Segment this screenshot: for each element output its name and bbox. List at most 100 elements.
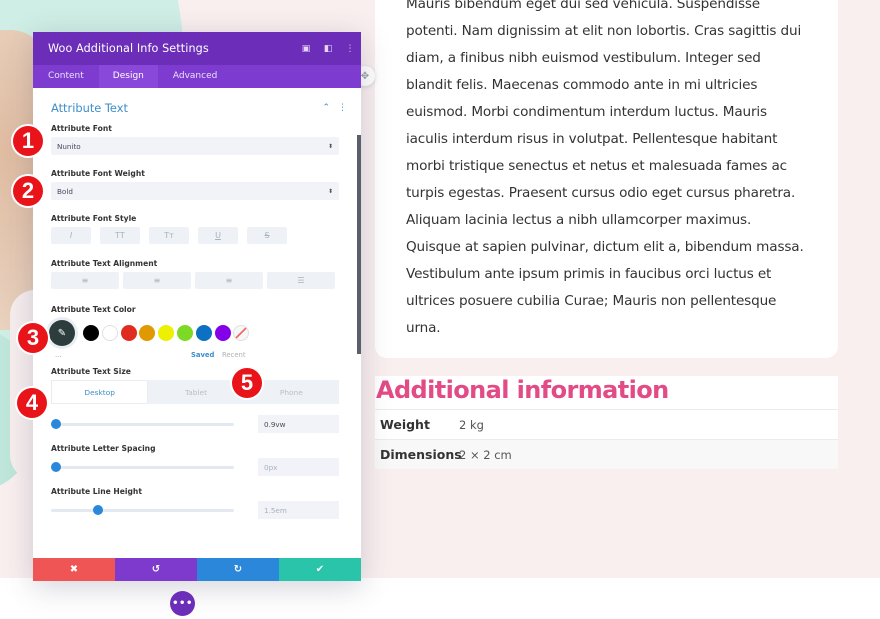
module-settings-panel: Woo Additional Info Settings ▣ ◧ ⋮ Conte… — [33, 32, 361, 581]
font-select-value: Nunito — [57, 141, 81, 151]
capitalize-icon: Tт — [164, 231, 174, 240]
color-swatch[interactable] — [195, 325, 212, 341]
attribute-label: Dimensions — [380, 447, 462, 462]
text-alignment-buttons: ≡ ≡ ≡ ☰ — [51, 272, 339, 289]
align-justify-button[interactable]: ☰ — [267, 272, 335, 289]
article-line: euismod. Morbi condimentum interdum luct… — [406, 104, 767, 120]
font-select[interactable]: Nunito ⬍ — [51, 137, 339, 155]
color-swatch[interactable] — [214, 325, 231, 341]
color-picker-button[interactable]: ✎ — [49, 320, 75, 346]
attribute-value: 2 × 2 cm — [459, 447, 512, 462]
additional-information-title: Additional information — [376, 376, 669, 404]
line-height-slider[interactable] — [51, 505, 234, 515]
expand-icon: ✥ — [360, 70, 370, 82]
annotation-badge: 2 — [13, 176, 43, 206]
device-tab-desktop[interactable]: Desktop — [51, 380, 149, 404]
article-line: turpis egestas. Praesent cursus odio ege… — [406, 185, 796, 201]
article-line: Vestibulum ante ipsum primis in faucibus… — [406, 266, 772, 282]
close-icon: ✖ — [69, 564, 79, 575]
article-line: potenti. Nam dignissim at elit non lobor… — [406, 23, 802, 39]
letter-spacing-slider[interactable] — [51, 462, 234, 472]
discard-button[interactable]: ✖ — [33, 558, 115, 581]
align-center-icon: ≡ — [153, 276, 161, 285]
more-colors-button[interactable]: ... — [51, 351, 191, 359]
attribute-row: Weight 2 kg — [375, 409, 838, 439]
align-justify-icon: ☰ — [297, 276, 305, 285]
attribute-row: Dimensions 2 × 2 cm — [375, 439, 838, 469]
article-line: urna. — [406, 320, 441, 336]
article-line: Aliquam lacinia lectus a nibh ullamcorpe… — [406, 212, 752, 228]
color-swatch[interactable] — [139, 325, 156, 341]
text-size-input[interactable]: 0.9vw — [258, 415, 339, 433]
text-size-slider[interactable] — [51, 419, 234, 429]
undo-icon: ↺ — [151, 564, 161, 575]
letter-spacing-input[interactable]: 0px — [258, 458, 339, 476]
color-swatch[interactable] — [83, 325, 99, 341]
article-line: blandit felis. Maecenas commodo ante in … — [406, 77, 758, 93]
letter-spacing-control: 0px — [51, 457, 339, 477]
color-swatch[interactable] — [176, 325, 193, 341]
color-swatch[interactable] — [158, 325, 175, 341]
chevron-up-icon[interactable]: ⌃ — [322, 103, 330, 113]
focus-icon[interactable]: ▣ — [295, 44, 317, 54]
redo-icon: ↻ — [233, 564, 243, 575]
article-line: ultrices posuere cubilia Curae; Mauris n… — [406, 293, 777, 309]
italic-button[interactable]: I — [51, 227, 91, 244]
section-title: Attribute Text — [51, 101, 128, 115]
slider-thumb[interactable] — [92, 505, 103, 515]
article-line: Quisque at sapien pulvinar, dictum elit … — [406, 239, 804, 255]
save-button[interactable]: ✔ — [279, 558, 361, 581]
clear-color-swatch[interactable] — [233, 325, 250, 341]
font-weight-select[interactable]: Bold ⬍ — [51, 182, 339, 200]
underline-icon: U — [215, 231, 221, 240]
select-arrows-icon: ⬍ — [327, 142, 333, 150]
strikethrough-button[interactable]: S — [247, 227, 287, 244]
align-left-button[interactable]: ≡ — [51, 272, 119, 289]
tab-design[interactable]: Design — [98, 65, 158, 88]
align-left-icon: ≡ — [81, 276, 89, 285]
align-right-button[interactable]: ≡ — [195, 272, 263, 289]
text-alignment-label: Attribute Text Alignment — [51, 259, 158, 268]
color-swatches: ✎ — [49, 318, 339, 348]
panel-header[interactable]: Woo Additional Info Settings ▣ ◧ ⋮ — [33, 32, 361, 65]
checkmark-icon: ✔ — [315, 564, 325, 575]
color-swatch[interactable] — [101, 325, 118, 341]
letter-spacing-label: Attribute Letter Spacing — [51, 444, 156, 453]
strikethrough-icon: S — [264, 231, 270, 240]
panel-body: Attribute Text ⌃ ⋮ Attribute Font Nunito… — [33, 88, 361, 558]
font-weight-select-value: Bold — [57, 186, 73, 196]
align-right-icon: ≡ — [225, 276, 233, 285]
additional-information-block: Additional information Weight 2 kg Dimen… — [375, 376, 838, 469]
attribute-label: Weight — [380, 417, 430, 432]
tab-content[interactable]: Content — [33, 65, 99, 88]
panel-scrollbar[interactable] — [357, 135, 361, 354]
underline-button[interactable]: U — [198, 227, 238, 244]
section-header[interactable]: Attribute Text ⌃ ⋮ — [51, 88, 347, 124]
slider-thumb[interactable] — [51, 419, 61, 429]
annotation-badge: 3 — [18, 323, 48, 353]
saved-colors-tab[interactable]: Saved — [191, 351, 222, 359]
text-size-control: 0.9vw — [51, 414, 339, 434]
color-meta-row: ... Saved Recent — [51, 348, 339, 362]
tab-advanced[interactable]: Advanced — [158, 65, 232, 88]
panel-title: Woo Additional Info Settings — [48, 42, 209, 55]
capitalize-button[interactable]: Tт — [149, 227, 189, 244]
split-view-icon[interactable]: ◧ — [317, 44, 339, 54]
line-height-input[interactable]: 1.5em — [258, 501, 339, 519]
redo-button[interactable]: ↻ — [197, 558, 279, 581]
uppercase-button[interactable]: TT — [100, 227, 140, 244]
section-more-icon[interactable]: ⋮ — [338, 103, 347, 113]
builder-options-button[interactable]: ••• — [170, 591, 195, 616]
slider-thumb[interactable] — [51, 462, 61, 472]
page-footer-area — [0, 578, 880, 619]
undo-button[interactable]: ↺ — [115, 558, 197, 581]
recent-colors-tab[interactable]: Recent — [222, 351, 246, 359]
color-swatch[interactable] — [120, 325, 137, 341]
panel-tabs: Content Design Advanced — [33, 65, 361, 88]
more-options-icon[interactable]: ⋮ — [339, 44, 361, 54]
uppercase-icon: TT — [115, 231, 125, 240]
align-center-button[interactable]: ≡ — [123, 272, 191, 289]
font-style-buttons: I TT Tт U S — [51, 227, 339, 244]
article-description: Mauris bibendum eget dui sed vehicula. S… — [406, 0, 816, 342]
device-tab-tablet[interactable]: Tablet — [148, 380, 244, 404]
